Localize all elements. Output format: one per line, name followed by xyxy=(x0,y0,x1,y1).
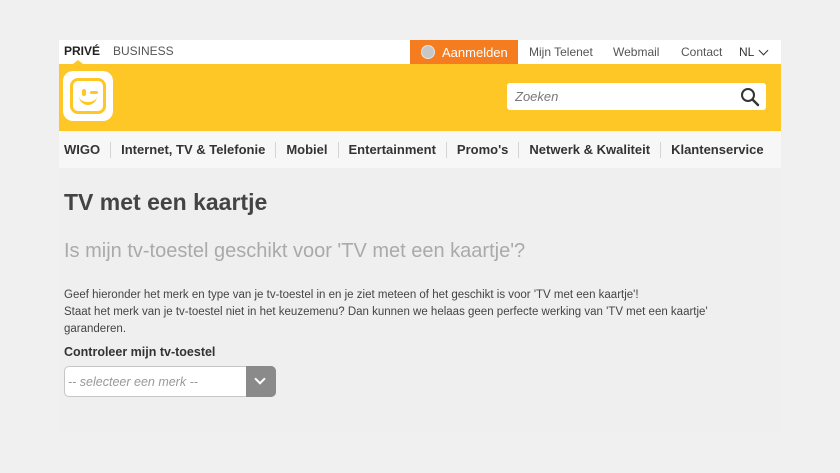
nav-item-wigo[interactable]: WIGO xyxy=(59,141,112,158)
language-label: NL xyxy=(739,45,755,59)
winking-face-icon xyxy=(70,78,106,114)
nav-item-promos[interactable]: Promo's xyxy=(447,141,520,158)
search-input[interactable] xyxy=(507,83,732,110)
main-navigation: WIGO Internet, TV & Telefonie Mobiel Ent… xyxy=(59,131,781,168)
search-box xyxy=(507,83,766,110)
segment-prive[interactable]: PRIVÉ xyxy=(64,44,100,58)
login-button[interactable]: Aanmelden xyxy=(410,40,518,64)
segment-business[interactable]: BUSINESS xyxy=(113,44,174,58)
page-subtitle: Is mijn tv-toestel geschikt voor 'TV met… xyxy=(64,240,526,262)
logo-eye-right xyxy=(90,91,98,94)
site-header xyxy=(59,64,781,131)
intro-line-1: Geef hieronder het merk en type van je t… xyxy=(64,289,639,301)
top-utility-bar: PRIVÉ BUSINESS Aanmelden Mijn Telenet We… xyxy=(59,40,781,64)
intro-text: Geef hieronder het merk en type van je t… xyxy=(64,287,744,338)
link-mijn-telenet[interactable]: Mijn Telenet xyxy=(529,45,593,59)
telenet-logo[interactable] xyxy=(63,71,113,121)
nav-item-netwerk-kwaliteit[interactable]: Netwerk & Kwaliteit xyxy=(519,141,662,158)
nav-item-klantenservice[interactable]: Klantenservice xyxy=(661,142,774,158)
user-avatar-icon xyxy=(421,45,435,59)
intro-line-2: Staat het merk van je tv-toestel niet in… xyxy=(64,306,708,335)
page-title: TV met een kaartje xyxy=(64,189,268,215)
page-frame: PRIVÉ BUSINESS Aanmelden Mijn Telenet We… xyxy=(59,40,781,432)
search-icon[interactable] xyxy=(740,87,760,107)
chevron-down-icon xyxy=(254,373,266,385)
nav-item-entertainment[interactable]: Entertainment xyxy=(339,141,447,158)
language-selector[interactable]: NL xyxy=(739,45,769,59)
check-tv-label: Controleer mijn tv-toestel xyxy=(64,345,216,359)
brand-select[interactable]: -- selecteer een merk -- xyxy=(64,366,276,397)
chevron-down-icon xyxy=(758,45,769,55)
link-webmail[interactable]: Webmail xyxy=(613,45,659,59)
nav-item-mobiel[interactable]: Mobiel xyxy=(276,141,339,158)
brand-select-value: -- selecteer een merk -- xyxy=(68,375,198,389)
brand-select-toggle[interactable] xyxy=(246,366,276,397)
logo-eye-left xyxy=(82,89,86,96)
login-label: Aanmelden xyxy=(442,44,508,60)
logo-smile xyxy=(79,96,97,105)
link-contact[interactable]: Contact xyxy=(681,45,722,59)
nav-item-internet-tv-telefonie[interactable]: Internet, TV & Telefonie xyxy=(111,141,277,158)
